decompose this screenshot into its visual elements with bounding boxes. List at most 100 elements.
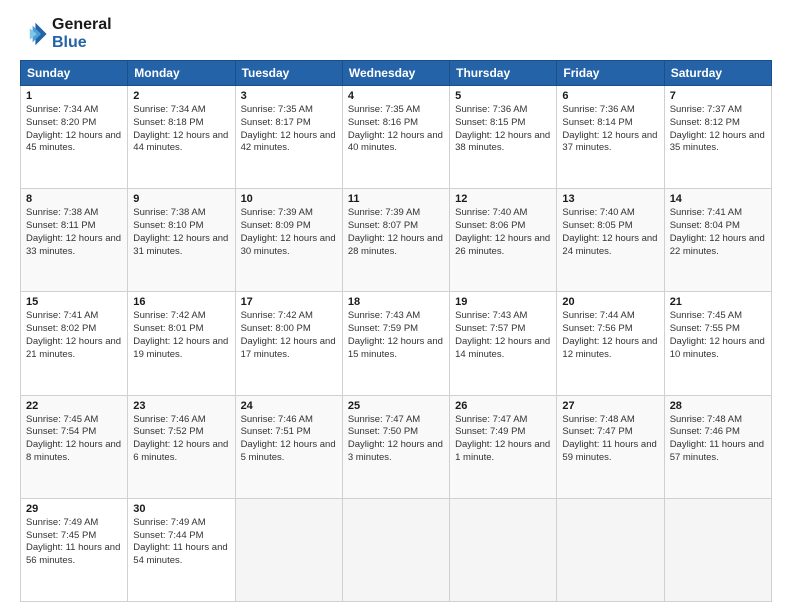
day-info: Sunrise: 7:36 AMSunset: 8:14 PMDaylight:… bbox=[562, 104, 658, 155]
day-info: Sunrise: 7:45 AMSunset: 7:54 PMDaylight:… bbox=[26, 414, 122, 465]
th-monday: Monday bbox=[128, 61, 235, 86]
th-sunday: Sunday bbox=[21, 61, 128, 86]
day-number: 28 bbox=[670, 400, 766, 412]
calendar-cell: 10 Sunrise: 7:39 AMSunset: 8:09 PMDayligh… bbox=[235, 189, 342, 292]
calendar-cell: 21 Sunrise: 7:45 AMSunset: 7:55 PMDayligh… bbox=[664, 292, 771, 395]
logo: General Blue bbox=[20, 16, 112, 52]
logo-icon bbox=[20, 20, 48, 48]
day-info: Sunrise: 7:49 AMSunset: 7:45 PMDaylight:… bbox=[26, 517, 122, 568]
day-number: 27 bbox=[562, 400, 658, 412]
day-number: 30 bbox=[133, 503, 229, 515]
day-info: Sunrise: 7:49 AMSunset: 7:44 PMDaylight:… bbox=[133, 517, 229, 568]
calendar-cell: 29 Sunrise: 7:49 AMSunset: 7:45 PMDayligh… bbox=[21, 498, 128, 601]
day-info: Sunrise: 7:42 AMSunset: 8:01 PMDaylight:… bbox=[133, 310, 229, 361]
day-info: Sunrise: 7:41 AMSunset: 8:04 PMDaylight:… bbox=[670, 207, 766, 258]
calendar-cell: 24Sunrise: 7:46 AMSunset: 7:51 PMDayligh… bbox=[235, 395, 342, 498]
calendar-cell: 30 Sunrise: 7:49 AMSunset: 7:44 PMDayligh… bbox=[128, 498, 235, 601]
th-tuesday: Tuesday bbox=[235, 61, 342, 86]
day-info: Sunrise: 7:39 AMSunset: 8:07 PMDaylight:… bbox=[348, 207, 444, 258]
day-number: 13 bbox=[562, 193, 658, 205]
day-number: 14 bbox=[670, 193, 766, 205]
th-friday: Friday bbox=[557, 61, 664, 86]
day-info: Sunrise: 7:37 AMSunset: 8:12 PMDaylight:… bbox=[670, 104, 766, 155]
day-number: 4 bbox=[348, 90, 444, 102]
day-number: 19 bbox=[455, 296, 551, 308]
day-info: Sunrise: 7:47 AMSunset: 7:50 PMDaylight:… bbox=[348, 414, 444, 465]
day-number: 23 bbox=[133, 400, 229, 412]
header: General Blue bbox=[20, 16, 772, 52]
th-thursday: Thursday bbox=[450, 61, 557, 86]
day-number: 20 bbox=[562, 296, 658, 308]
th-wednesday: Wednesday bbox=[342, 61, 449, 86]
calendar-cell bbox=[450, 498, 557, 601]
calendar-cell: 22 Sunrise: 7:45 AMSunset: 7:54 PMDayligh… bbox=[21, 395, 128, 498]
calendar-cell: 17 Sunrise: 7:42 AMSunset: 8:00 PMDayligh… bbox=[235, 292, 342, 395]
calendar-cell: 27 Sunrise: 7:48 AMSunset: 7:47 PMDayligh… bbox=[557, 395, 664, 498]
calendar-table: Sunday Monday Tuesday Wednesday Thursday… bbox=[20, 60, 772, 602]
calendar-cell: 23 Sunrise: 7:46 AMSunset: 7:52 PMDayligh… bbox=[128, 395, 235, 498]
day-info: Sunrise: 7:45 AMSunset: 7:55 PMDaylight:… bbox=[670, 310, 766, 361]
calendar-cell: 2 Sunrise: 7:34 AMSunset: 8:18 PMDaylight… bbox=[128, 86, 235, 189]
calendar-cell: 15 Sunrise: 7:41 AMSunset: 8:02 PMDayligh… bbox=[21, 292, 128, 395]
day-number: 9 bbox=[133, 193, 229, 205]
calendar-cell bbox=[557, 498, 664, 601]
day-info: Sunrise: 7:39 AMSunset: 8:09 PMDaylight:… bbox=[241, 207, 337, 258]
day-info: Sunrise: 7:43 AMSunset: 7:59 PMDaylight:… bbox=[348, 310, 444, 361]
th-saturday: Saturday bbox=[664, 61, 771, 86]
calendar-cell: 4 Sunrise: 7:35 AMSunset: 8:16 PMDaylight… bbox=[342, 86, 449, 189]
page: General Blue Sunday Monday Tuesday Wedne… bbox=[0, 0, 792, 612]
calendar-cell: 8 Sunrise: 7:38 AMSunset: 8:11 PMDaylight… bbox=[21, 189, 128, 292]
day-info: Sunrise: 7:40 AMSunset: 8:05 PMDaylight:… bbox=[562, 207, 658, 258]
calendar-week-row: 8 Sunrise: 7:38 AMSunset: 8:11 PMDaylight… bbox=[21, 189, 772, 292]
calendar-cell: 7Sunrise: 7:37 AMSunset: 8:12 PMDaylight… bbox=[664, 86, 771, 189]
day-info: Sunrise: 7:46 AMSunset: 7:51 PMDaylight:… bbox=[241, 414, 337, 465]
day-number: 17 bbox=[241, 296, 337, 308]
weekday-header-row: Sunday Monday Tuesday Wednesday Thursday… bbox=[21, 61, 772, 86]
day-info: Sunrise: 7:38 AMSunset: 8:10 PMDaylight:… bbox=[133, 207, 229, 258]
day-number: 8 bbox=[26, 193, 122, 205]
day-number: 1 bbox=[26, 90, 122, 102]
day-number: 26 bbox=[455, 400, 551, 412]
calendar-cell: 1 Sunrise: 7:34 AMSunset: 8:20 PMDaylight… bbox=[21, 86, 128, 189]
day-number: 29 bbox=[26, 503, 122, 515]
day-info: Sunrise: 7:36 AMSunset: 8:15 PMDaylight:… bbox=[455, 104, 551, 155]
calendar-cell: 28 Sunrise: 7:48 AMSunset: 7:46 PMDayligh… bbox=[664, 395, 771, 498]
day-number: 18 bbox=[348, 296, 444, 308]
day-info: Sunrise: 7:44 AMSunset: 7:56 PMDaylight:… bbox=[562, 310, 658, 361]
day-number: 22 bbox=[26, 400, 122, 412]
calendar-cell: 11 Sunrise: 7:39 AMSunset: 8:07 PMDayligh… bbox=[342, 189, 449, 292]
day-info: Sunrise: 7:41 AMSunset: 8:02 PMDaylight:… bbox=[26, 310, 122, 361]
day-number: 25 bbox=[348, 400, 444, 412]
day-info: Sunrise: 7:42 AMSunset: 8:00 PMDaylight:… bbox=[241, 310, 337, 361]
day-number: 16 bbox=[133, 296, 229, 308]
calendar-cell: 19 Sunrise: 7:43 AMSunset: 7:57 PMDayligh… bbox=[450, 292, 557, 395]
day-info: Sunrise: 7:43 AMSunset: 7:57 PMDaylight:… bbox=[455, 310, 551, 361]
calendar-cell: 18 Sunrise: 7:43 AMSunset: 7:59 PMDayligh… bbox=[342, 292, 449, 395]
calendar-cell: 16 Sunrise: 7:42 AMSunset: 8:01 PMDayligh… bbox=[128, 292, 235, 395]
calendar-cell: 6Sunrise: 7:36 AMSunset: 8:14 PMDaylight… bbox=[557, 86, 664, 189]
day-info: Sunrise: 7:34 AMSunset: 8:20 PMDaylight:… bbox=[26, 104, 122, 155]
day-info: Sunrise: 7:35 AMSunset: 8:16 PMDaylight:… bbox=[348, 104, 444, 155]
calendar-week-row: 15 Sunrise: 7:41 AMSunset: 8:02 PMDayligh… bbox=[21, 292, 772, 395]
day-info: Sunrise: 7:48 AMSunset: 7:47 PMDaylight:… bbox=[562, 414, 658, 465]
day-number: 2 bbox=[133, 90, 229, 102]
day-info: Sunrise: 7:40 AMSunset: 8:06 PMDaylight:… bbox=[455, 207, 551, 258]
day-info: Sunrise: 7:35 AMSunset: 8:17 PMDaylight:… bbox=[241, 104, 337, 155]
day-number: 12 bbox=[455, 193, 551, 205]
day-number: 21 bbox=[670, 296, 766, 308]
calendar-cell: 5Sunrise: 7:36 AMSunset: 8:15 PMDaylight… bbox=[450, 86, 557, 189]
day-number: 10 bbox=[241, 193, 337, 205]
calendar-week-row: 22 Sunrise: 7:45 AMSunset: 7:54 PMDayligh… bbox=[21, 395, 772, 498]
day-info: Sunrise: 7:38 AMSunset: 8:11 PMDaylight:… bbox=[26, 207, 122, 258]
calendar-cell: 26 Sunrise: 7:47 AMSunset: 7:49 PMDayligh… bbox=[450, 395, 557, 498]
day-info: Sunrise: 7:48 AMSunset: 7:46 PMDaylight:… bbox=[670, 414, 766, 465]
day-info: Sunrise: 7:34 AMSunset: 8:18 PMDaylight:… bbox=[133, 104, 229, 155]
calendar-week-row: 29 Sunrise: 7:49 AMSunset: 7:45 PMDayligh… bbox=[21, 498, 772, 601]
day-number: 11 bbox=[348, 193, 444, 205]
day-info: Sunrise: 7:47 AMSunset: 7:49 PMDaylight:… bbox=[455, 414, 551, 465]
calendar-cell bbox=[342, 498, 449, 601]
day-number: 15 bbox=[26, 296, 122, 308]
calendar-cell: 14 Sunrise: 7:41 AMSunset: 8:04 PMDayligh… bbox=[664, 189, 771, 292]
calendar-cell: 13 Sunrise: 7:40 AMSunset: 8:05 PMDayligh… bbox=[557, 189, 664, 292]
day-info: Sunrise: 7:46 AMSunset: 7:52 PMDaylight:… bbox=[133, 414, 229, 465]
